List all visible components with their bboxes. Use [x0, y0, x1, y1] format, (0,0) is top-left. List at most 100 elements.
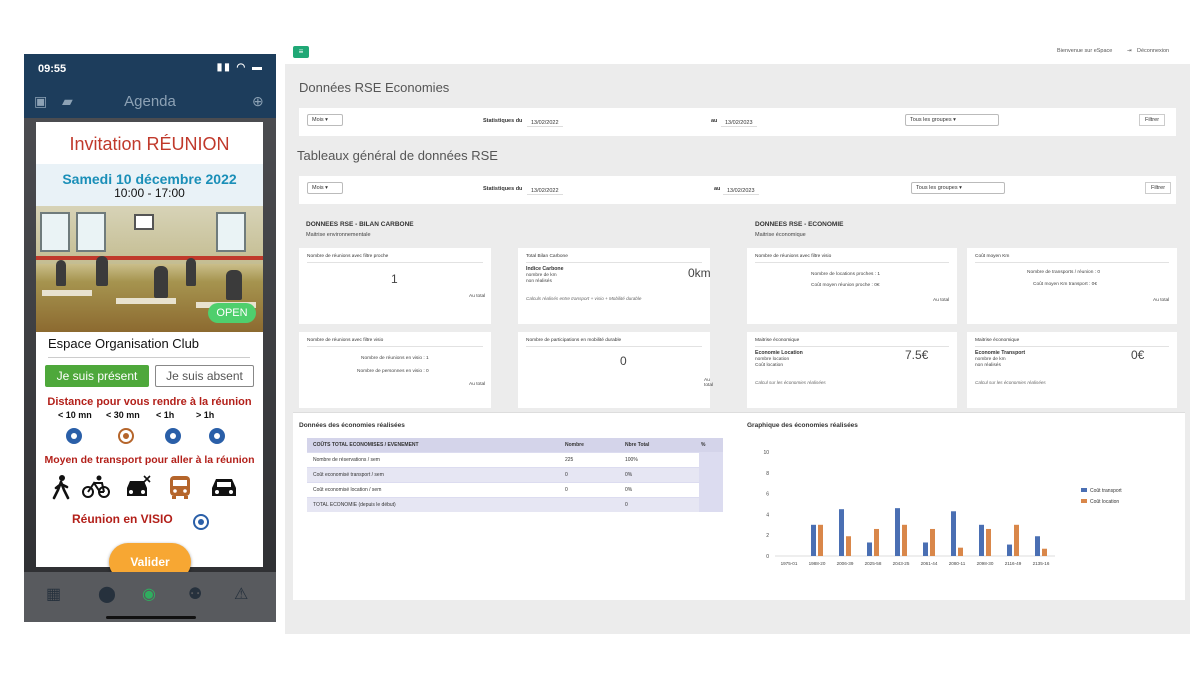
x-tick-label: 1988-20 — [809, 561, 826, 566]
filter-bar-1: Mois ▾ Statistiques du 13/02/2022 au 13/… — [299, 108, 1176, 136]
eye-icon[interactable]: ◉ — [142, 584, 156, 604]
to-label: au — [711, 118, 718, 124]
filter-button[interactable]: Filtrer — [1145, 182, 1171, 194]
date-to-input[interactable]: 13/02/2023 — [723, 188, 759, 195]
distance-radio-10mn[interactable] — [66, 428, 82, 444]
date-from-input[interactable]: 13/02/2022 — [527, 120, 563, 127]
bar-transport — [839, 509, 844, 556]
savings-table: COÛTS TOTAL ECONOMISES / EVENEMENT Nombr… — [307, 438, 723, 512]
legend-label: Coût location — [1090, 499, 1119, 505]
savings-panel: Données des économies réalisées COÛTS TO… — [293, 412, 1185, 600]
distance-label: < 10 mn — [58, 410, 92, 420]
map-pin-icon[interactable]: ⬤ — [98, 584, 116, 604]
bicycle-icon[interactable] — [82, 474, 110, 500]
card-mobility: Nombre de participations en mobilité dur… — [518, 332, 713, 408]
period-select[interactable]: Mois ▾ — [307, 182, 343, 194]
bar-transport — [979, 524, 984, 556]
x-tick-label: 2098-30 — [977, 561, 994, 566]
status-bar: 09:55 ▮▮ ◠ ▬ — [24, 54, 276, 84]
section-title-economies: Données RSE Economies — [299, 80, 450, 95]
distance-label: < 30 mn — [106, 410, 140, 420]
dashboard: ≡ Bienvenue sur eSpace ⇥ Déconnexion Don… — [285, 38, 1190, 634]
date-from-input[interactable]: 13/02/2022 — [527, 188, 563, 195]
period-select[interactable]: Mois ▾ — [307, 114, 343, 126]
y-tick-label: 4 — [766, 512, 769, 518]
signal-icon: ▮▮ ◠ ▬ — [216, 62, 264, 73]
bar-location — [930, 528, 935, 556]
bar-location — [874, 528, 879, 556]
distance-label: > 1h — [196, 410, 215, 420]
invitation-title: Invitation RÉUNION — [69, 134, 230, 154]
absent-button[interactable]: Je suis absent — [155, 365, 254, 387]
logout-link[interactable]: Déconnexion — [1137, 48, 1169, 54]
event-date: Samedi 10 décembre 2022 — [62, 171, 237, 187]
bus-icon[interactable] — [166, 474, 194, 500]
x-tick-label: 2116-49 — [1005, 561, 1022, 566]
card-savings-transport: Maitrise économique Economie Transport n… — [967, 332, 1177, 408]
group-select[interactable]: Tous les groupes ▾ — [911, 182, 1005, 194]
invitation-modal: Invitation RÉUNION Samedi 10 décembre 20… — [36, 122, 263, 567]
visio-label: Réunion en VISIO — [72, 512, 173, 526]
distance-title: Distance pour vous rendre à la réunion — [47, 396, 252, 408]
status-time: 09:55 — [38, 63, 67, 75]
economy-panel-subtitle: Maitrise économique — [755, 232, 806, 238]
menu-icon[interactable]: ≡ — [293, 46, 309, 58]
distance-radio-1h[interactable] — [165, 428, 181, 444]
bar-location — [818, 524, 823, 556]
table-header-row: COÛTS TOTAL ECONOMISES / EVENEMENT Nombr… — [307, 438, 723, 452]
bar-transport — [867, 542, 872, 556]
filter-button[interactable]: Filtrer — [1139, 114, 1165, 126]
bar-location — [986, 528, 991, 556]
stats-label: Statistiques du — [483, 118, 523, 124]
card-cost-km: Coût moyen Km Nombre de transports / réu… — [967, 248, 1177, 324]
economy-panel-title: DONNEES RSE - ECONOMIE — [755, 221, 844, 228]
calendar-icon[interactable]: ▦ — [46, 584, 61, 604]
distance-radio-over-1h[interactable] — [209, 428, 225, 444]
walk-icon[interactable] — [48, 474, 76, 500]
table-row: Nombre de réservations / sem 225 100% — [307, 453, 699, 467]
bar-transport — [1035, 536, 1040, 556]
present-button[interactable]: Je suis présent — [45, 365, 149, 387]
welcome-text: Bienvenue sur eSpace — [1057, 48, 1113, 54]
table-row: TOTAL ECONOMIE (depuis le début) 0 — [307, 498, 699, 512]
x-tick-label: 2061-44 — [921, 561, 938, 566]
stats-label: Statistiques du — [483, 186, 523, 192]
bar-transport — [895, 508, 900, 556]
card-savings-location: Maitrise économique Economie Location no… — [747, 332, 957, 408]
bar-location — [958, 547, 963, 556]
add-icon[interactable]: ⊕ — [252, 93, 264, 110]
carpool-icon[interactable] — [124, 474, 152, 500]
logout-icon[interactable]: ⇥ — [1127, 48, 1132, 54]
visio-radio[interactable] — [193, 514, 209, 530]
warning-icon[interactable]: ⚠ — [234, 584, 248, 604]
car-icon[interactable] — [210, 474, 238, 500]
legend-swatch — [1081, 488, 1087, 492]
x-tick-label: 2025-58 — [865, 561, 882, 566]
table-row: Coût economisé transport / sem 0 0% — [307, 468, 699, 482]
legend-label: Coût transport — [1090, 488, 1122, 494]
chart-title: Graphique des économies réalisées — [747, 422, 858, 429]
carbon-panel-title: DONNEES RSE - BILAN CARBONE — [306, 221, 414, 228]
transport-title: Moyen de transport pour aller à la réuni… — [44, 454, 255, 466]
bar-location — [1042, 548, 1047, 556]
legend-swatch — [1081, 499, 1087, 503]
people-icon[interactable]: ⚉ — [188, 584, 202, 604]
y-tick-label: 6 — [766, 492, 769, 498]
distance-radio-30mn[interactable] — [118, 428, 134, 444]
card-carbon-total: Total Bilan Carbone Indice Carbone nombr… — [518, 248, 711, 324]
bottom-nav: ▦ ⬤ ◉ ⚉ ⚠ — [24, 572, 276, 622]
home-indicator — [106, 616, 196, 619]
group-select[interactable]: Tous les groupes ▾ — [905, 114, 999, 126]
bar-location — [902, 524, 907, 556]
y-tick-label: 10 — [763, 450, 769, 456]
phone-screenshot: 09:55 ▮▮ ◠ ▬ ▣ ▰ Agenda ⊕ Invitation RÉU… — [24, 54, 276, 622]
y-tick-label: 8 — [766, 471, 769, 477]
savings-table-title: Données des économies réalisées — [299, 422, 405, 429]
x-tick-label: 2043-25 — [893, 561, 910, 566]
bar-transport — [951, 511, 956, 556]
x-tick-label: 2080-11 — [949, 561, 966, 566]
table-row: Coût economisé location / sem 0 0% — [307, 483, 699, 497]
date-to-input[interactable]: 13/02/2023 — [721, 120, 757, 127]
event-hours: 10:00 - 17:00 — [114, 186, 185, 200]
card-meetings-visio: Nombre de réunions avec filtre visio Nom… — [299, 332, 491, 408]
